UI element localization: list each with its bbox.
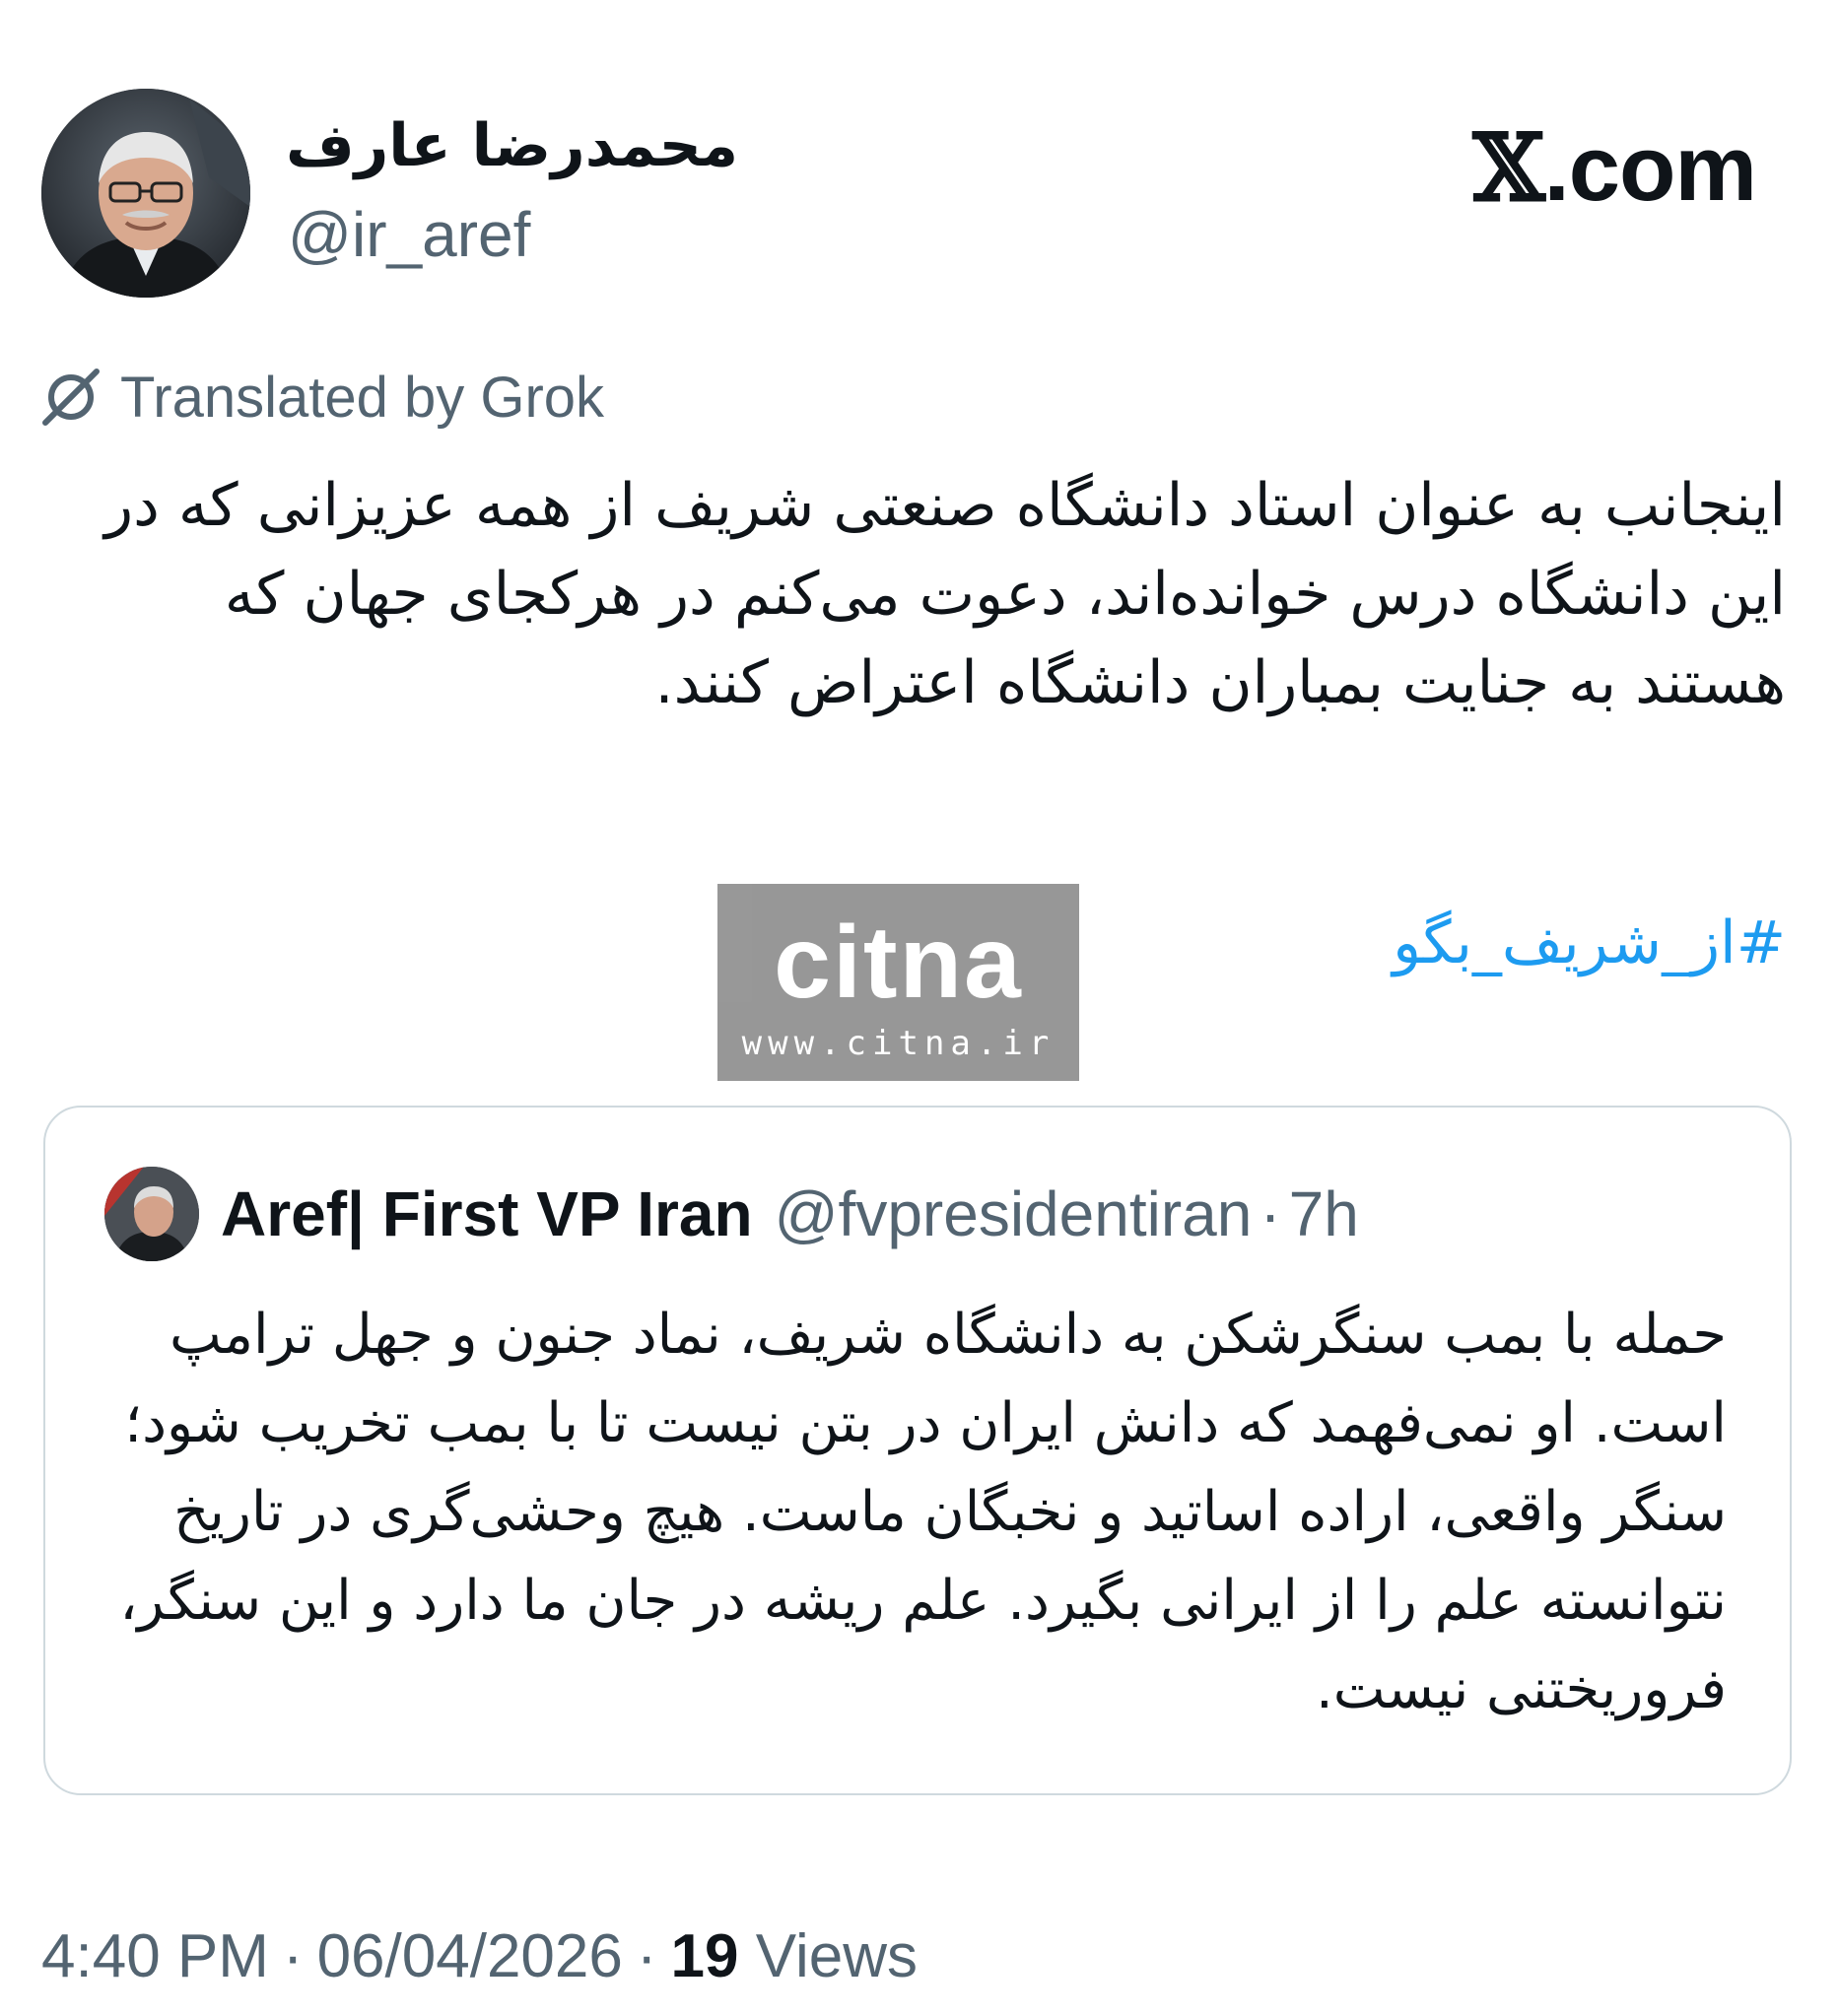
tweet-text: اینجانب به عنوان استاد دانشگاه صنعتی شری… [104,471,1786,717]
views-label: Views [755,1922,918,1990]
meta-separator: · [282,1922,304,1990]
citna-watermark: citna www.citna.ir [717,884,1079,1081]
watermark-url: www.citna.ir [741,1024,1056,1063]
hashtag-link[interactable]: #از_شریف_بگو [1393,899,1786,987]
tweet-meta: 4:40 PM · 06/04/2026 · 19 Views [41,1917,918,1996]
quote-timestamp[interactable]: 7h [1289,1177,1359,1250]
x-com-logo-text: .com [1543,116,1757,220]
x-com-logo: 𝕏.com [1472,114,1757,223]
translated-by-row[interactable]: Translated by Grok [39,363,604,432]
author-display-name[interactable]: محمدرضا عارف [286,106,738,185]
watermark-logo: citna [774,906,1023,1020]
translated-by-label: Translated by Grok [120,365,605,430]
author-handle[interactable]: @ir_aref [288,195,530,274]
x-logo-icon: 𝕏 [1472,114,1545,223]
quote-separator: · [1260,1178,1281,1249]
quote-header: Aref| First VP Iran @fvpresidentiran · 7… [221,1169,1359,1259]
quoted-tweet-card[interactable]: Aref| First VP Iran @fvpresidentiran · 7… [43,1106,1792,1795]
quote-author-name[interactable]: Aref| First VP Iran [221,1177,753,1250]
tweet-time[interactable]: 4:40 PM [41,1922,269,1990]
grok-icon [42,369,100,426]
tweet-date[interactable]: 06/04/2026 [317,1922,623,1990]
quote-author-avatar[interactable] [104,1167,199,1261]
meta-separator: · [636,1922,657,1990]
author-avatar[interactable] [41,89,250,298]
quote-author-handle[interactable]: @fvpresidentiran [775,1177,1253,1250]
quote-text: حمله با بمب سنگرشکن به دانشگاه شریف، نما… [119,1303,1727,1721]
views-count[interactable]: 19 [671,1922,739,1990]
